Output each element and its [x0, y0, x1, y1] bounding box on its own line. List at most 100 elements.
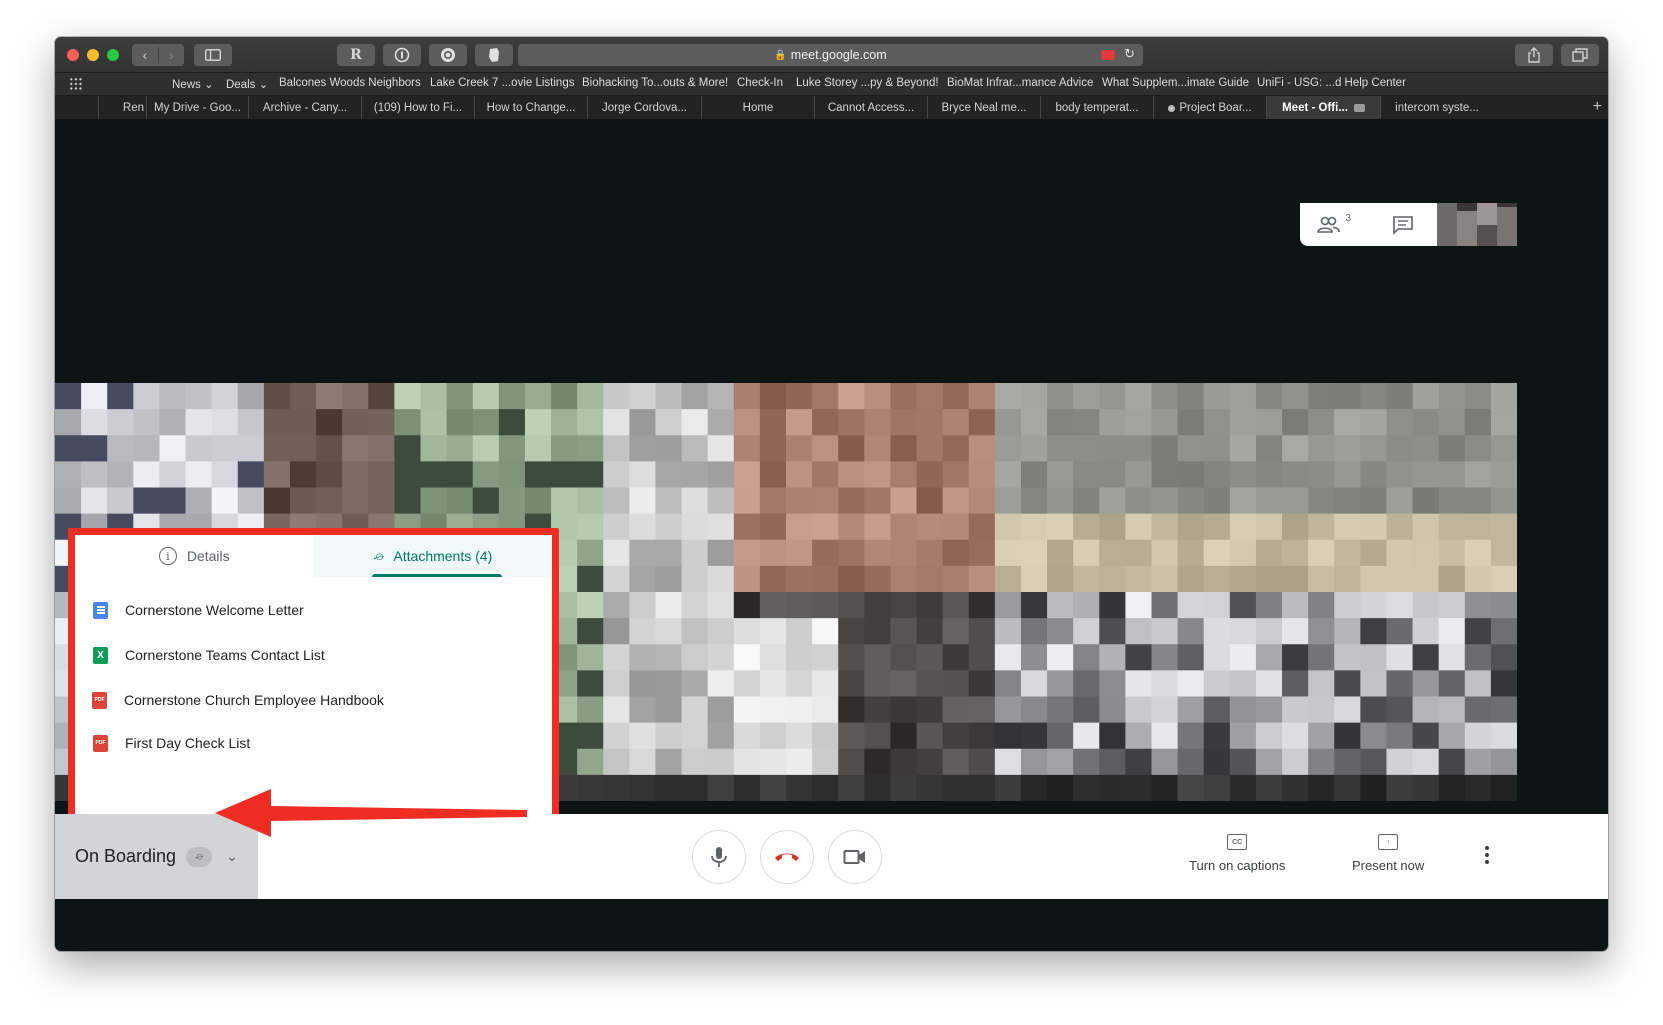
video-pixel [681, 748, 709, 776]
video-pixel [1073, 461, 1100, 489]
apps-grid-icon[interactable] [69, 77, 83, 91]
video-pixel [812, 513, 839, 541]
browser-tab-active[interactable]: Meet - Offi... [1266, 96, 1380, 120]
back-icon[interactable]: ‹ [132, 47, 158, 63]
video-pixel [1020, 539, 1048, 567]
bookmark-news[interactable]: News ⌄ [172, 77, 214, 91]
microphone-button[interactable] [692, 830, 746, 884]
video-pixel [577, 748, 604, 776]
bookmark-item[interactable]: Check-In [737, 77, 783, 89]
browser-tab[interactable]: Ren [98, 96, 146, 120]
video-pixel [577, 696, 604, 724]
address-bar[interactable]: 🔒 meet.google.com ↻ [518, 44, 1143, 66]
video-pixel [994, 565, 1022, 593]
bookmark-item[interactable]: Lake Creek 7 ...ovie Listings [430, 77, 574, 89]
video-pixel [1464, 487, 1492, 515]
video-pixel [237, 409, 265, 436]
browser-tab[interactable]: Home [701, 96, 814, 120]
video-pixel [1020, 592, 1048, 619]
self-view-thumbnail[interactable] [1437, 203, 1517, 246]
browser-tab[interactable]: My Drive - Goo... [146, 96, 248, 120]
video-pixel [629, 722, 657, 750]
video-pixel [1464, 435, 1492, 462]
tab-details[interactable]: i Details [75, 535, 314, 577]
video-pixel [316, 409, 343, 436]
video-pixel [1229, 748, 1257, 776]
close-window-button[interactable] [67, 49, 79, 61]
video-pixel [968, 644, 996, 671]
video-pixel [786, 748, 813, 776]
new-tab-icon[interactable]: + [1593, 98, 1602, 116]
reload-icon[interactable]: ↻ [1124, 46, 1135, 62]
video-pixel [263, 487, 291, 515]
video-pixel [472, 461, 500, 489]
video-pixel [1360, 644, 1388, 671]
video-pixel [237, 435, 265, 462]
video-pixel [994, 696, 1022, 724]
browser-tab[interactable]: intercom syste... [1380, 96, 1493, 120]
attachment-item[interactable]: X Cornerstone Teams Contact List [93, 644, 325, 666]
bookmark-item[interactable]: UniFi - USG: ...d Help Center [1257, 77, 1406, 89]
video-pixel [498, 487, 526, 515]
tab-attachments[interactable]: ⌮ Attachments (4) [313, 535, 552, 577]
browser-tab[interactable]: Bryce Neal me... [927, 96, 1040, 120]
attachment-item[interactable]: Cornerstone Welcome Letter [93, 599, 304, 621]
browser-toolbar: ‹ › R 🔒 meet.google.com ↻ [55, 37, 1608, 73]
participants-button[interactable]: 3 [1300, 203, 1369, 246]
share-button[interactable] [1515, 44, 1553, 66]
video-pixel [1229, 592, 1257, 619]
browser-tab[interactable]: body temperat... [1040, 96, 1153, 120]
present-now-button[interactable]: ↑ Present now [1352, 834, 1424, 873]
video-pixel [681, 696, 709, 724]
video-pixel [1047, 383, 1074, 410]
bookmark-deals[interactable]: Deals ⌄ [226, 77, 268, 91]
video-pixel [551, 409, 578, 436]
video-pixel [994, 487, 1022, 515]
video-pixel [1360, 774, 1388, 801]
video-pixel [942, 487, 970, 515]
attachment-item[interactable]: PDF Cornerstone Church Employee Handbook [92, 689, 384, 711]
browser-tab[interactable]: Project Boar... [1153, 96, 1266, 120]
video-pixel [1360, 618, 1388, 645]
bookmark-item[interactable]: Biohacking To...outs & More! [582, 77, 728, 89]
browser-tab[interactable]: Archive - Cany... [248, 96, 361, 120]
video-pixel [1490, 670, 1517, 698]
video-pixel [1099, 513, 1126, 541]
extension-grammarly-button[interactable] [429, 44, 467, 66]
bookmark-item[interactable]: BioMat Infrar...mance Advice [947, 77, 1093, 89]
show-all-tabs-button[interactable] [1561, 44, 1599, 66]
minimize-window-button[interactable] [87, 49, 99, 61]
attachment-item[interactable]: PDF First Day Check List [93, 732, 250, 754]
camera-button[interactable] [828, 830, 882, 884]
extension-r-button[interactable]: R [337, 44, 375, 66]
chat-button[interactable] [1369, 203, 1438, 246]
video-pixel [1282, 748, 1309, 776]
fullscreen-window-button[interactable] [107, 49, 119, 61]
video-pixel [1360, 513, 1388, 541]
video-pixel [890, 748, 918, 776]
video-pixel [1203, 696, 1231, 724]
video-pixel [1360, 435, 1388, 462]
bookmark-item[interactable]: What Supplem...imate Guide [1102, 77, 1249, 89]
video-pixel [55, 409, 82, 436]
captions-button[interactable]: CC Turn on captions [1189, 834, 1285, 873]
more-options-icon[interactable] [1485, 846, 1489, 864]
forward-icon[interactable]: › [158, 47, 184, 63]
bookmark-item[interactable]: Balcones Woods Neighbors [279, 77, 421, 89]
video-pixel [1464, 618, 1492, 645]
browser-tab[interactable]: Jorge Cordova... [587, 96, 701, 120]
video-pixel [916, 539, 944, 567]
leave-call-button[interactable] [760, 830, 814, 884]
browser-tab[interactable]: Cannot Access... [814, 96, 927, 120]
video-pixel [1099, 618, 1126, 645]
video-pixel [368, 383, 395, 410]
browser-tab[interactable]: (109) How to Fi... [361, 96, 474, 120]
bookmark-item[interactable]: Luke Storey ...py & Beyond! [796, 77, 939, 89]
video-pixel [1203, 383, 1231, 410]
video-pixel [1255, 592, 1283, 619]
sidebar-toggle-button[interactable] [194, 44, 232, 66]
browser-tab[interactable]: How to Change... [474, 96, 587, 120]
video-pixel [1047, 565, 1074, 593]
extension-password-button[interactable] [383, 44, 421, 66]
extension-evernote-button[interactable] [475, 44, 513, 66]
